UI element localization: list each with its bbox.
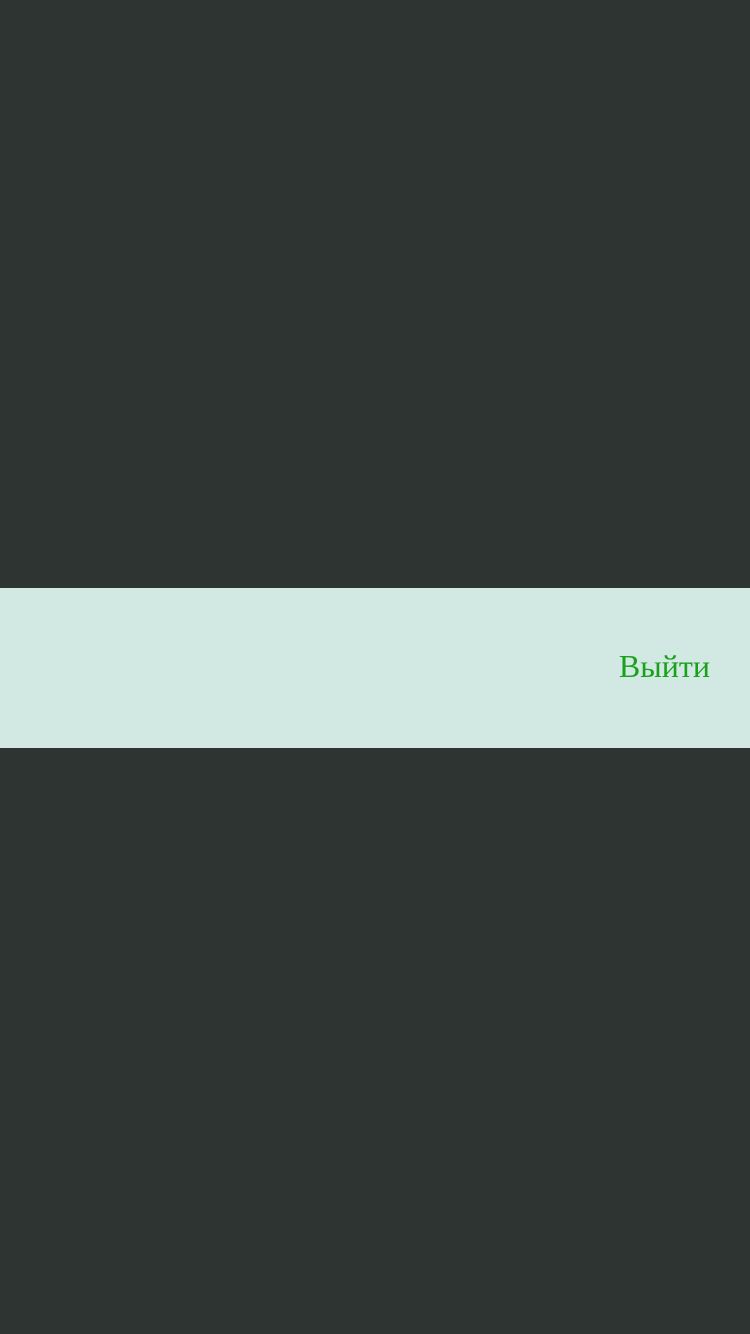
logout-button[interactable]: Выйти — [619, 646, 710, 686]
action-sheet: Выйти — [0, 588, 750, 748]
